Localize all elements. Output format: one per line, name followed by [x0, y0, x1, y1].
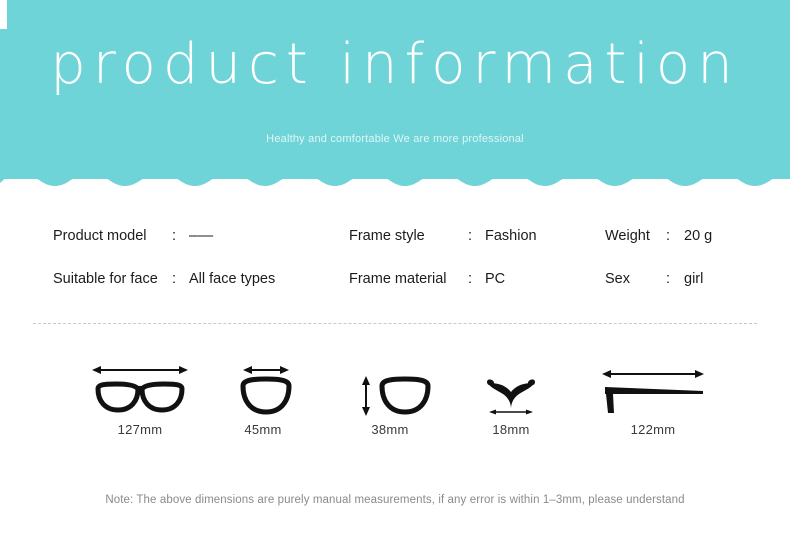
spec-column-3: Weight : 20 g Sex : girl [605, 228, 712, 314]
spec-value: ––– [189, 228, 214, 244]
dimension-label: 45mm [244, 422, 282, 437]
dimension-item-bridge-width: 18mm [441, 360, 581, 438]
spec-label: Suitable for face [53, 271, 158, 287]
spec-value: girl [684, 271, 704, 287]
spec-row-sex: Sex : girl [605, 271, 712, 314]
banner-subtitle: Healthy and comfortable We are more prof… [266, 133, 524, 145]
dimension-label: 127mm [117, 422, 163, 437]
spec-row-product-model: Product model : ––– [53, 228, 275, 271]
spec-label: Frame style [349, 228, 425, 244]
section-divider [33, 323, 757, 324]
dimension-item-temple-length: 122mm [583, 360, 723, 438]
measurement-note: Note: The above dimensions are purely ma… [105, 494, 685, 506]
spec-column-2: Frame style : Fashion Frame material : P… [349, 228, 537, 314]
dimension-label: 38mm [371, 422, 409, 437]
lens-height-icon [320, 360, 460, 420]
dimension-item-frame-width: 127mm [70, 360, 210, 438]
spec-row-frame-style: Frame style : Fashion [349, 228, 537, 271]
dimension-item-lens-width: 45mm [193, 360, 333, 438]
glasses-front-icon [70, 360, 210, 420]
spec-label: Product model [53, 228, 147, 244]
spec-colon: : [467, 271, 473, 287]
spec-colon: : [665, 228, 671, 244]
dimension-label: 122mm [630, 422, 676, 437]
spec-colon: : [467, 228, 473, 244]
spec-label: Frame material [349, 271, 447, 287]
dimension-diagram-row: 127mm 45mm 38mm 18mm 122mm [0, 360, 790, 450]
spec-row-weight: Weight : 20 g [605, 228, 712, 271]
spec-column-1: Product model : ––– Suitable for face : … [53, 228, 275, 314]
spec-colon: : [171, 271, 177, 287]
spec-value: 20 g [684, 228, 713, 244]
spec-colon: : [171, 228, 177, 244]
dimension-item-lens-height: 38mm [320, 360, 460, 438]
dimension-label: 18mm [492, 422, 530, 437]
spec-value: Fashion [485, 228, 537, 244]
spec-row-frame-material: Frame material : PC [349, 271, 537, 314]
spec-row-suitable-for-face: Suitable for face : All face types [53, 271, 275, 314]
lens-width-icon [193, 360, 333, 420]
spec-value: PC [485, 271, 506, 287]
bridge-icon [441, 360, 581, 420]
spec-colon: : [665, 271, 671, 287]
wave-edge-icon [0, 160, 790, 186]
header-banner: product information Healthy and comforta… [0, 0, 790, 190]
page-title: product information [50, 32, 740, 97]
spec-value: All face types [189, 271, 276, 287]
temple-arm-icon [583, 360, 723, 420]
corner-notch [0, 0, 7, 29]
spec-label: Sex [605, 271, 630, 287]
spec-label: Weight [605, 228, 650, 244]
product-spec-table: Product model : ––– Suitable for face : … [0, 228, 790, 306]
